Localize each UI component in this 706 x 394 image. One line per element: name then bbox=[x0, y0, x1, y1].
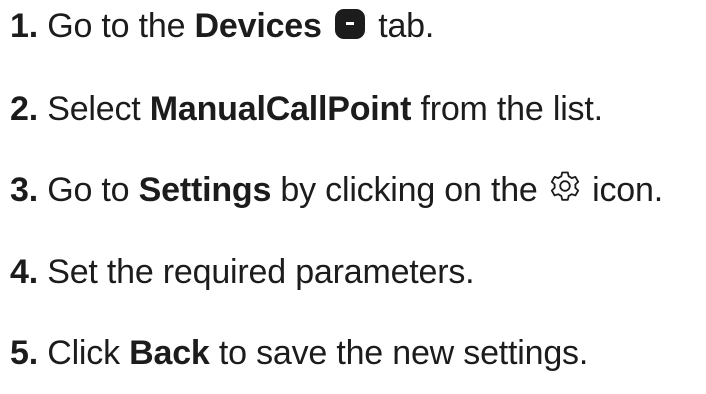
step-2: 2. Select ManualCallPoint from the list. bbox=[10, 89, 603, 129]
step-text: icon. bbox=[592, 171, 663, 209]
step-1: 1. Go to the Devices tab. bbox=[10, 6, 434, 46]
step-5: 5. Click Back to save the new settings. bbox=[10, 333, 588, 373]
step-text: Go to bbox=[47, 171, 130, 209]
devices-label: Devices bbox=[194, 7, 322, 45]
step-number: 4. bbox=[10, 253, 38, 291]
step-text: Go to the bbox=[47, 7, 186, 45]
step-text: Click bbox=[47, 334, 120, 372]
step-number: 3. bbox=[10, 171, 38, 209]
step-number: 1. bbox=[10, 7, 38, 45]
back-label: Back bbox=[129, 334, 210, 372]
step-4: 4. Set the required parameters. bbox=[10, 252, 475, 292]
step-3: 3. Go to Settings by clicking on the ico… bbox=[10, 169, 663, 210]
step-text: to save the new settings. bbox=[218, 334, 589, 372]
step-text: Select bbox=[47, 90, 141, 128]
settings-label: Settings bbox=[138, 171, 272, 209]
devices-tab-icon bbox=[333, 7, 367, 41]
step-number: 2. bbox=[10, 90, 38, 128]
gear-icon bbox=[548, 169, 582, 203]
step-text: by clicking on the bbox=[280, 171, 538, 209]
device-name-label: ManualCallPoint bbox=[149, 90, 412, 128]
step-text: tab. bbox=[378, 7, 435, 45]
step-text: Set the required parameters. bbox=[47, 253, 475, 291]
step-number: 5. bbox=[10, 334, 38, 372]
step-text: from the list. bbox=[420, 90, 603, 128]
